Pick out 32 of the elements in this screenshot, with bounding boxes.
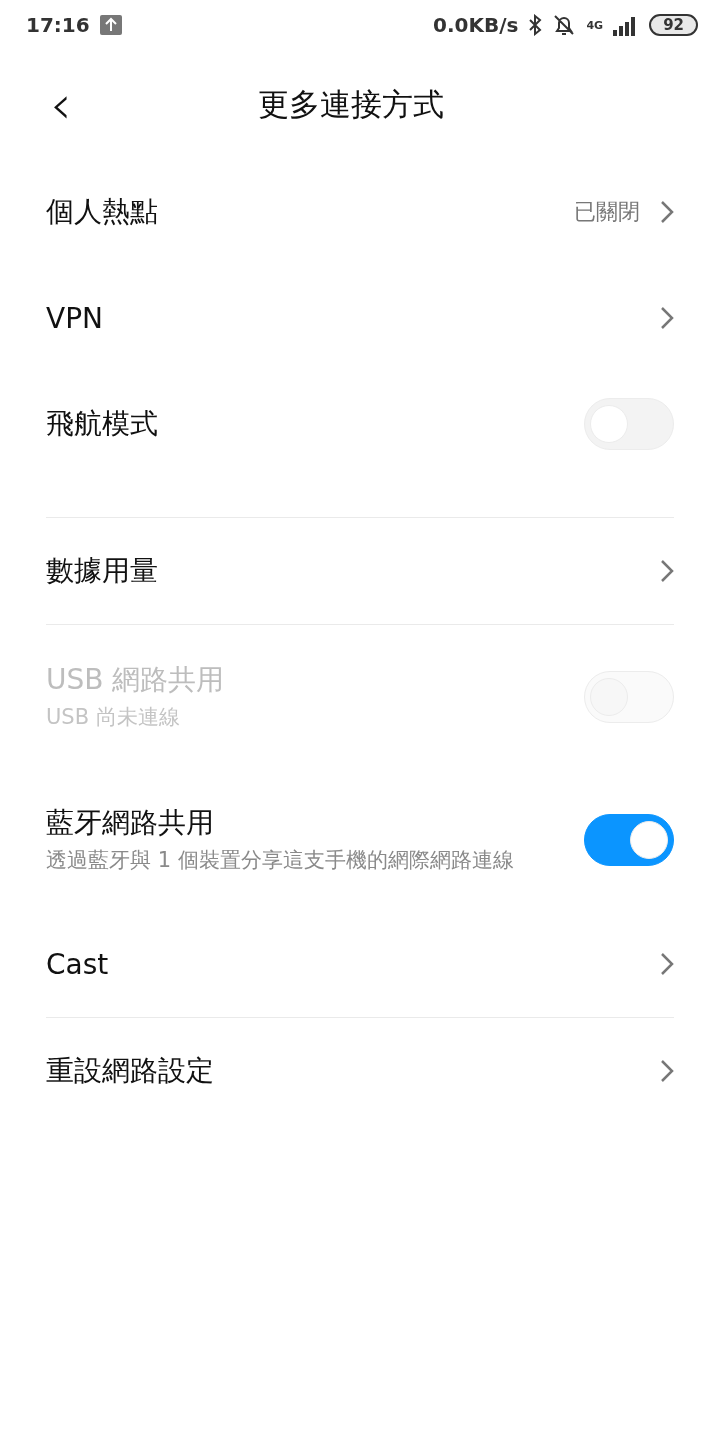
bluetooth-icon (528, 14, 543, 36)
row-title: VPN (46, 301, 104, 335)
row-title: 飛航模式 (46, 406, 159, 442)
chevron-icon (660, 306, 674, 330)
settings-row[interactable]: 個人熱點 已關閉 (46, 159, 674, 265)
row-title: Cast (46, 947, 110, 981)
network-speed: 0.0KB/s (433, 13, 519, 37)
back-button[interactable]: ‹ (40, 77, 82, 132)
upload-icon (99, 15, 122, 35)
toggle-switch[interactable] (584, 813, 674, 866)
network-type: 4G (586, 18, 604, 32)
row-title: 數據用量 (46, 553, 159, 589)
row-subtitle: 透過藍牙與 1 個裝置分享這支手機的網際網路連線 (46, 847, 515, 874)
battery-level: 92 (649, 14, 698, 36)
row-subtitle: USB 尚未連線 (46, 704, 181, 731)
row-value: 已關閉 (574, 198, 640, 226)
row-title: USB 網路共用 (46, 662, 226, 698)
page-title: 更多連接方式 (256, 84, 445, 124)
chevron-icon (660, 1059, 674, 1083)
chevron-icon (660, 559, 674, 583)
settings-row[interactable]: VPN (46, 265, 674, 371)
row-title: 藍牙網路共用 (46, 805, 215, 841)
settings-row[interactable]: 飛航模式 (46, 371, 674, 477)
settings-row[interactable]: 重設網路設定 (46, 1018, 674, 1124)
settings-row[interactable]: Cast (46, 911, 674, 1017)
status-time: 17:16 (26, 13, 90, 37)
row-title: 重設網路設定 (46, 1053, 215, 1089)
row-title: 個人熱點 (46, 194, 159, 230)
settings-row[interactable]: 藍牙網路共用 透過藍牙與 1 個裝置分享這支手機的網際網路連線 (46, 768, 674, 911)
settings-row[interactable]: 數據用量 (46, 518, 674, 624)
chevron-icon (660, 200, 674, 224)
chevron-icon (660, 952, 674, 976)
